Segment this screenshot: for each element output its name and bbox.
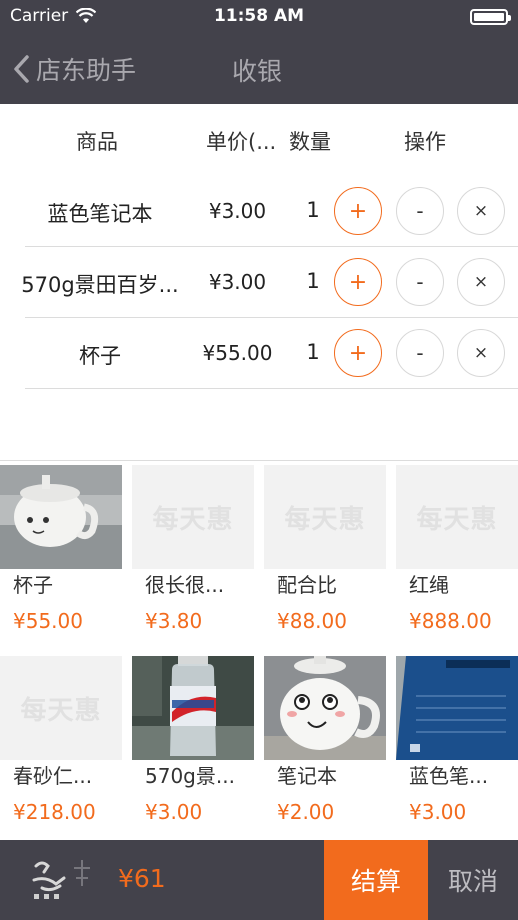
- cart-item-price: ¥3.00: [208, 199, 267, 223]
- product-price: ¥888.00: [409, 609, 492, 633]
- cancel-button[interactable]: 取消: [428, 840, 518, 920]
- product-price: ¥3.00: [145, 800, 203, 824]
- remove-button[interactable]: ×: [457, 258, 505, 306]
- product-name: 570g景...: [145, 764, 235, 788]
- product-placeholder-image: 每天惠: [264, 465, 386, 569]
- product-placeholder-image: 每天惠: [132, 465, 254, 569]
- product-photo-cup: [0, 465, 122, 569]
- product-card[interactable]: 570g景... ¥3.00: [132, 656, 254, 846]
- product-card[interactable]: 每天惠 红绳 ¥888.00: [396, 465, 518, 655]
- product-name: 红绳: [409, 573, 449, 597]
- checkout-button[interactable]: 结算: [324, 840, 428, 920]
- product-name: 蓝色笔...: [409, 764, 489, 788]
- divider: [25, 388, 518, 389]
- product-name: 很长很...: [145, 573, 225, 597]
- product-price: ¥55.00: [13, 609, 83, 633]
- cart-row: 570g景田百岁... ¥3.00 1 + - ×: [0, 247, 518, 318]
- status-bar: Carrier 11:58 AM: [0, 0, 518, 34]
- remove-button[interactable]: ×: [457, 187, 505, 235]
- product-price: ¥3.80: [145, 609, 203, 633]
- product-photo-water-bottle: [132, 656, 254, 760]
- header-quantity: 数量: [289, 130, 331, 154]
- header-unit-price: 单价(...: [206, 130, 277, 154]
- cart-item-name: 570g景田百岁...: [21, 273, 179, 297]
- bottom-bar: ¥61 结算 取消: [0, 840, 518, 920]
- product-card[interactable]: 蓝色笔... ¥3.00: [396, 656, 518, 846]
- cart-item-qty: 1: [306, 269, 320, 293]
- cart-item-price: ¥3.00: [208, 270, 267, 294]
- app-logo: [32, 860, 90, 899]
- nav-bar: 店东助手 收银: [0, 34, 518, 104]
- remove-button[interactable]: ×: [457, 329, 505, 377]
- cart-item-qty: 1: [306, 340, 320, 364]
- cart-header: 商品 单价(... 数量 操作: [0, 104, 518, 176]
- total-amount: ¥61: [118, 864, 166, 893]
- product-photo-notebook: [396, 656, 518, 760]
- header-actions: 操作: [404, 130, 446, 154]
- cart-row: 杯子 ¥55.00 1 + - ×: [0, 318, 518, 389]
- battery-icon: [470, 9, 511, 25]
- product-price: ¥3.00: [409, 800, 467, 824]
- header-product: 商品: [76, 130, 118, 154]
- increase-button[interactable]: +: [334, 258, 382, 306]
- decrease-button[interactable]: -: [396, 329, 444, 377]
- cart-item-price: ¥55.00: [202, 341, 273, 365]
- product-card[interactable]: 每天惠 很长很... ¥3.80: [132, 465, 254, 655]
- product-price: ¥218.00: [13, 800, 96, 824]
- divider: [0, 460, 518, 461]
- product-name: 配合比: [277, 573, 337, 597]
- product-photo-mug: [264, 656, 386, 760]
- product-card[interactable]: 笔记本 ¥2.00: [264, 656, 386, 846]
- chevron-left-icon: [14, 55, 29, 83]
- product-name: 杯子: [13, 573, 53, 597]
- product-name: 笔记本: [277, 764, 337, 788]
- clock: 11:58 AM: [213, 6, 305, 26]
- increase-button[interactable]: +: [334, 329, 382, 377]
- product-price: ¥88.00: [277, 609, 347, 633]
- increase-button[interactable]: +: [334, 187, 382, 235]
- decrease-button[interactable]: -: [396, 187, 444, 235]
- product-price: ¥2.00: [277, 800, 335, 824]
- decrease-button[interactable]: -: [396, 258, 444, 306]
- page-title: 收银: [232, 57, 283, 86]
- product-name: 春砂仁...: [13, 764, 93, 788]
- product-card[interactable]: 每天惠 配合比 ¥88.00: [264, 465, 386, 655]
- product-card[interactable]: 杯子 ¥55.00: [0, 465, 122, 655]
- cart-item-name: 杯子: [79, 344, 121, 368]
- back-button[interactable]: 店东助手: [12, 50, 136, 88]
- cart-item-qty: 1: [306, 198, 320, 222]
- product-placeholder-image: 每天惠: [0, 656, 122, 760]
- product-card[interactable]: 每天惠 春砂仁... ¥218.00: [0, 656, 122, 846]
- back-label: 店东助手: [36, 56, 137, 85]
- cart-row: 蓝色笔记本 ¥3.00 1 + - ×: [0, 176, 518, 247]
- cart-item-name: 蓝色笔记本: [47, 202, 153, 226]
- product-placeholder-image: 每天惠: [396, 465, 518, 569]
